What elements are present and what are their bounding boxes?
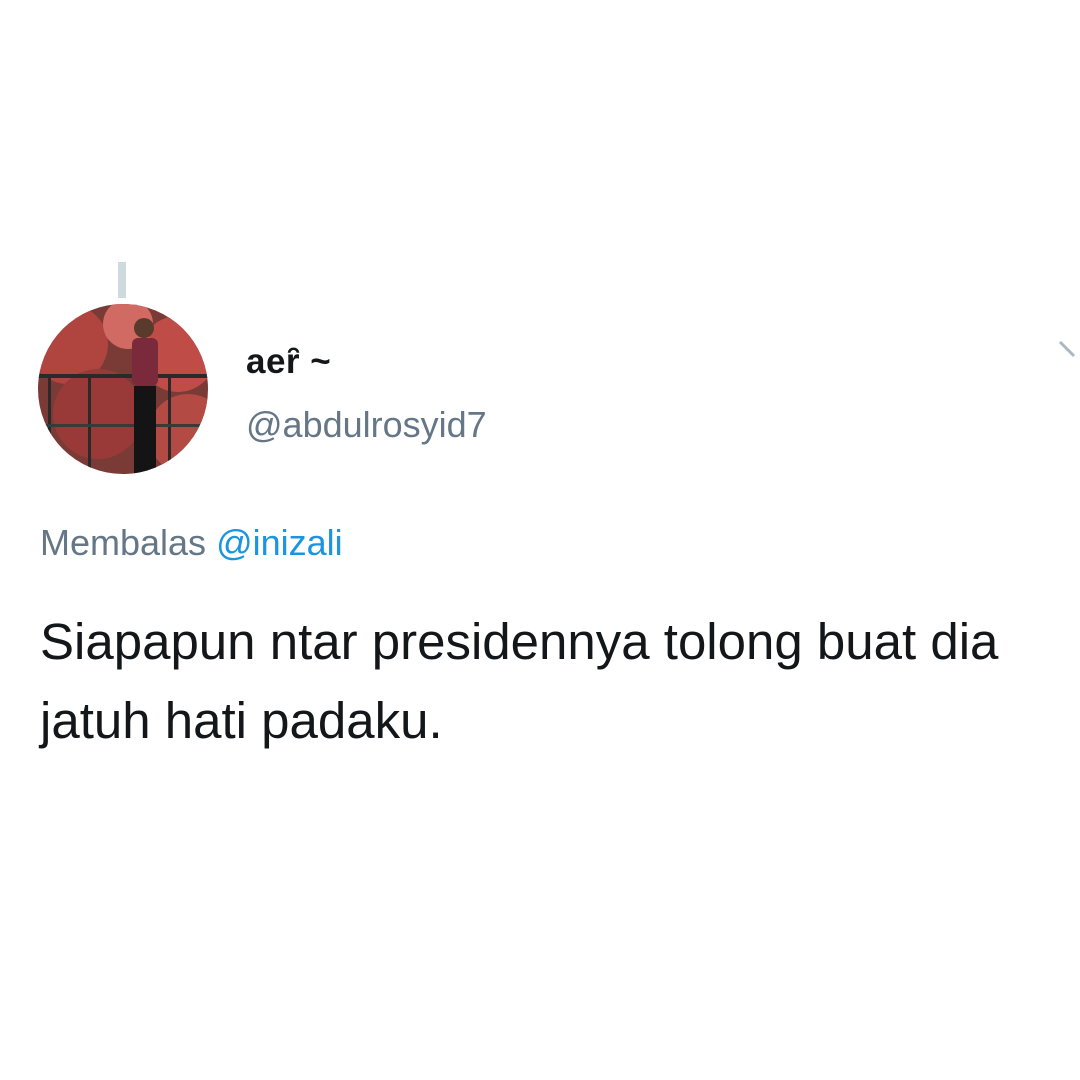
- reply-context: Membalas @inizali: [40, 522, 343, 564]
- avatar[interactable]: [38, 304, 208, 474]
- thread-connector-line: [118, 262, 126, 298]
- avatar-photo: [38, 304, 208, 474]
- user-handle[interactable]: @abdulrosyid7: [246, 404, 487, 446]
- tweet-text: Siapapun ntar presidennya tolong buat di…: [40, 613, 999, 749]
- reply-to-link[interactable]: @inizali: [216, 522, 343, 563]
- chevron-down-icon[interactable]: [1058, 334, 1080, 369]
- reply-prefix: Membalas: [40, 522, 207, 563]
- display-name[interactable]: aeȓ ~: [246, 342, 331, 382]
